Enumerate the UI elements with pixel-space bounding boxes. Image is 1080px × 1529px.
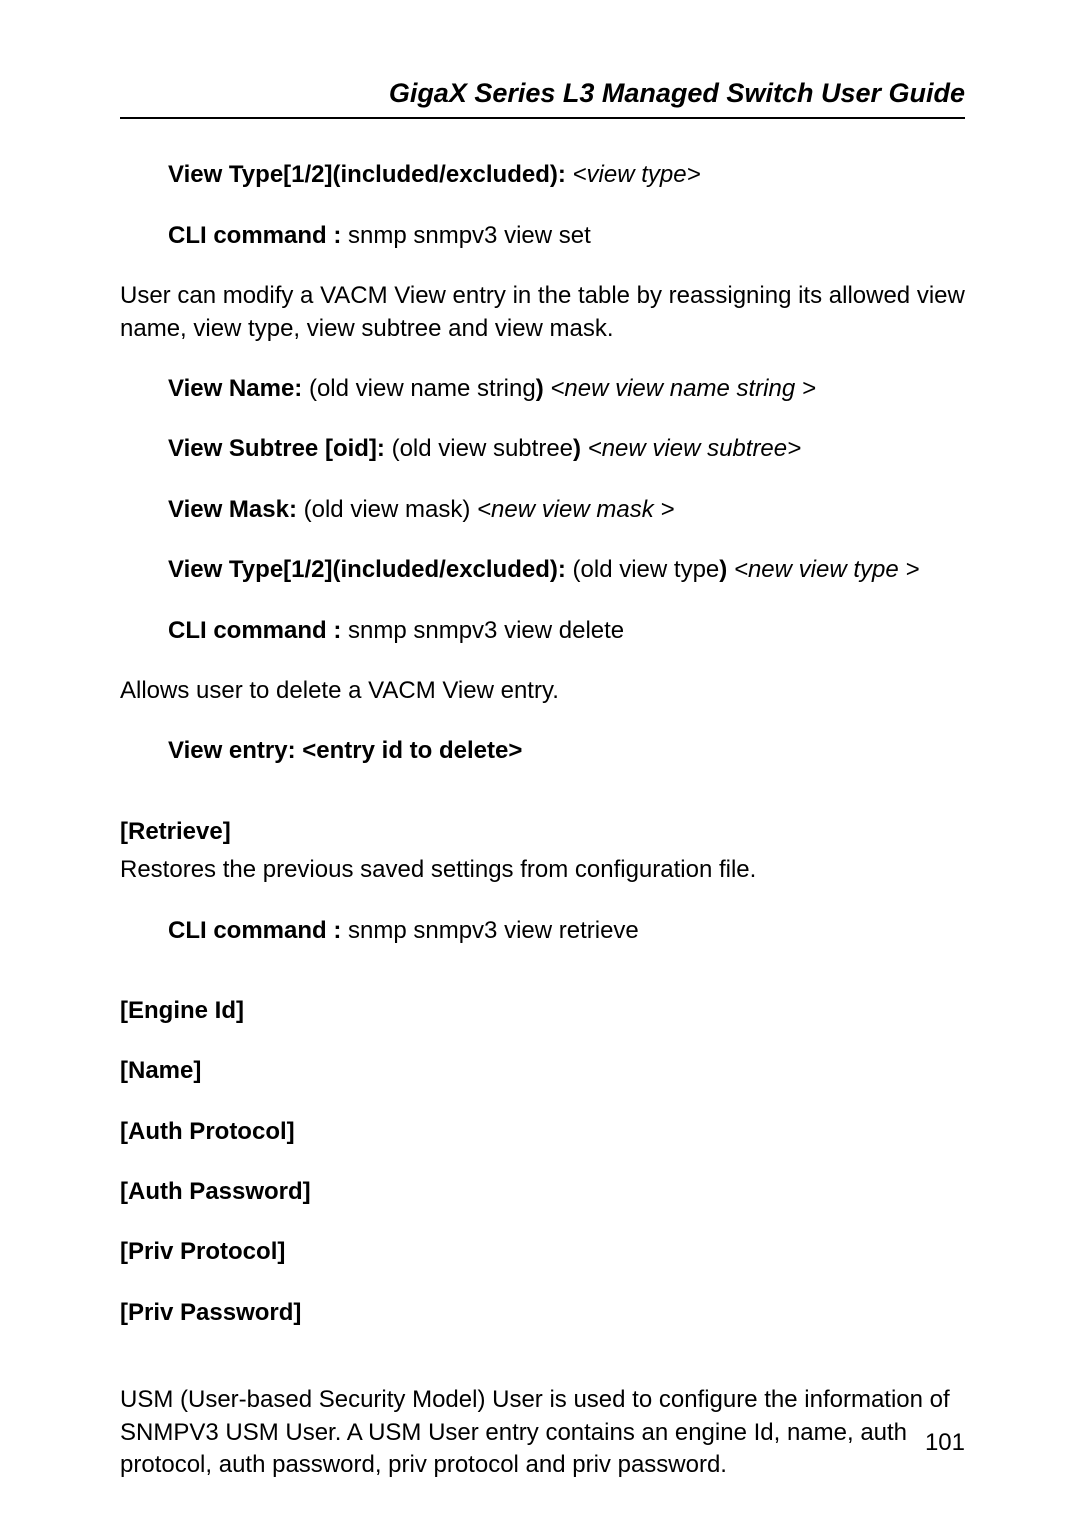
view-name-line: View Name: (old view name string) <new v…: [168, 373, 965, 405]
cli-command-label: CLI command :: [168, 917, 341, 944]
auth-protocol-heading: [Auth Protocol]: [120, 1116, 965, 1148]
view-mask-line: View Mask: (old view mask) <new view mas…: [168, 494, 965, 526]
view-type2-label: View Type[1/2](included/excluded):: [168, 556, 573, 583]
cli-command-label: CLI command :: [168, 617, 341, 644]
view-name-old: (old view name string: [309, 375, 536, 402]
view-name-label: View Name:: [168, 375, 309, 402]
view-mask-label: View Mask:: [168, 496, 304, 523]
view-type-label: View Type[1/2](included/excluded):: [168, 161, 573, 188]
retrieve-description: Restores the previous saved settings fro…: [120, 854, 965, 886]
engine-id-heading: [Engine Id]: [120, 995, 965, 1027]
view-name-close: ): [536, 375, 551, 402]
document-page: GigaX Series L3 Managed Switch User Guid…: [0, 0, 1080, 1529]
view-type-line: View Type[1/2](included/excluded): <view…: [168, 159, 965, 191]
view-subtree-old: (old view subtree: [392, 435, 573, 462]
cli-command-value: snmp snmpv3 view set: [341, 222, 590, 249]
auth-password-heading: [Auth Password]: [120, 1176, 965, 1208]
view-subtree-line: View Subtree [oid]: (old view subtree) <…: [168, 433, 965, 465]
page-header-title: GigaX Series L3 Managed Switch User Guid…: [120, 75, 965, 119]
page-number: 101: [925, 1427, 965, 1459]
priv-password-heading: [Priv Password]: [120, 1297, 965, 1329]
cli-command-delete: CLI command : snmp snmpv3 view delete: [168, 615, 965, 647]
view-type2-close: ): [719, 556, 734, 583]
view-subtree-label: View Subtree [oid]:: [168, 435, 392, 462]
cli-command-value: snmp snmpv3 view delete: [341, 617, 624, 644]
modify-vacm-description: User can modify a VACM View entry in the…: [120, 280, 965, 345]
usm-description: USM (User-based Security Model) User is …: [120, 1384, 965, 1481]
view-subtree-close: ): [573, 435, 588, 462]
cli-command-retrieve: CLI command : snmp snmpv3 view retrieve: [168, 915, 965, 947]
retrieve-heading: [Retrieve]: [120, 816, 965, 848]
view-mask-old: (old view mask): [304, 496, 477, 523]
view-subtree-new: <new view subtree>: [588, 435, 801, 462]
view-type2-line: View Type[1/2](included/excluded): (old …: [168, 554, 965, 586]
priv-protocol-heading: [Priv Protocol]: [120, 1236, 965, 1268]
cli-command-value: snmp snmpv3 view retrieve: [341, 917, 638, 944]
view-type2-new: <new view type >: [734, 556, 919, 583]
view-entry-delete: View entry: <entry id to delete>: [168, 735, 965, 767]
cli-command-set: CLI command : snmp snmpv3 view set: [168, 220, 965, 252]
view-name-new: <new view name string >: [550, 375, 815, 402]
view-type-value: <view type>: [573, 161, 701, 188]
view-mask-new: <new view mask >: [477, 496, 674, 523]
name-heading: [Name]: [120, 1055, 965, 1087]
cli-command-label: CLI command :: [168, 222, 341, 249]
view-type2-old: (old view type: [573, 556, 720, 583]
delete-vacm-description: Allows user to delete a VACM View entry.: [120, 675, 965, 707]
